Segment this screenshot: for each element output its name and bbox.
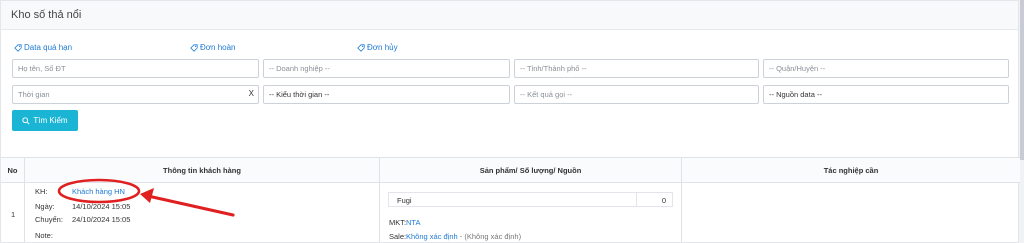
search-button[interactable]: Tìm Kiếm bbox=[12, 110, 78, 131]
cell-products: Fugi 0 MKT:NTA Sale:Không xác định - (Kh… bbox=[380, 183, 682, 243]
placeholder: -- Kiểu thời gian -- bbox=[269, 90, 330, 99]
page-header: Kho số thả nổi bbox=[1, 1, 1018, 30]
col-header-customer-info: Thông tin khách hàng bbox=[25, 158, 380, 183]
quick-link-returned-orders[interactable]: Đơn hoàn bbox=[190, 43, 236, 52]
cell-no: 1 bbox=[1, 183, 25, 243]
product-name: Fugi bbox=[397, 196, 412, 205]
data-source-select[interactable]: -- Nguồn data -- bbox=[763, 85, 1009, 104]
sale-label: Sale: bbox=[389, 232, 407, 241]
note-line: Note: bbox=[35, 231, 72, 240]
table-header: No Thông tin khách hàng Sản phẩm/ Số lượ… bbox=[1, 158, 1020, 183]
placeholder: -- Doanh nghiệp -- bbox=[269, 64, 330, 73]
sale-value[interactable]: Không xác định bbox=[406, 232, 458, 241]
col-header-required-action: Tác nghiệp cần bbox=[823, 166, 879, 175]
search-button-label: Tìm Kiếm bbox=[33, 116, 68, 125]
sale-extra: - (Không xác định) bbox=[457, 232, 522, 241]
main-card: Kho số thả nổi Data quá hạn Đơn hoàn Đơn… bbox=[0, 0, 1020, 243]
results-table: No Thông tin khách hàng Sản phẩm/ Số lượ… bbox=[1, 157, 1020, 243]
placeholder: -- Tỉnh/Thành phố -- bbox=[520, 64, 587, 73]
transfer-line: Chuyển: 24/10/2024 15:05 bbox=[35, 215, 130, 224]
placeholder: -- Kết quả gọi -- bbox=[520, 90, 573, 99]
province-select[interactable]: -- Tỉnh/Thành phố -- bbox=[514, 59, 759, 78]
district-select[interactable]: -- Quận/Huyện -- bbox=[763, 59, 1009, 78]
mkt-line: MKT:NTA bbox=[389, 218, 420, 227]
cell-customer-info: KH: Khách hàng HN Ngày: 14/10/2024 15:05 C… bbox=[25, 183, 380, 243]
tag-icon bbox=[190, 43, 198, 52]
quick-link-label: Đơn hủy bbox=[367, 43, 398, 52]
time-type-select[interactable]: -- Kiểu thời gian -- bbox=[263, 85, 510, 104]
quick-link-cancelled-orders[interactable]: Đơn hủy bbox=[357, 43, 398, 52]
customer-link[interactable]: Khách hàng HN bbox=[72, 187, 125, 196]
name-phone-input[interactable]: Họ tên, Số ĐT bbox=[12, 59, 259, 78]
col-header-no: No bbox=[1, 158, 25, 183]
customer-label: KH: bbox=[35, 187, 48, 196]
cell-required-action bbox=[682, 183, 1020, 243]
sale-line: Sale:Không xác định - (Không xác định) bbox=[389, 232, 521, 241]
product-quantity: 0 bbox=[661, 196, 666, 205]
transfer-value: 24/10/2024 15:05 bbox=[72, 215, 131, 224]
product-row: Fugi 0 bbox=[388, 192, 673, 207]
date-line: Ngày: 14/10/2024 15:05 bbox=[35, 202, 130, 211]
quick-links: Data quá hạn Đơn hoàn Đơn hủy bbox=[1, 43, 1018, 55]
quick-link-label: Đơn hoàn bbox=[200, 43, 236, 52]
date-label: Ngày: bbox=[35, 202, 55, 211]
quick-link-label: Data quá hạn bbox=[24, 43, 73, 52]
page-scrollbar[interactable] bbox=[1020, 0, 1024, 243]
mkt-value[interactable]: NTA bbox=[406, 218, 420, 227]
page-title: Kho số thả nổi bbox=[11, 9, 82, 21]
time-input[interactable]: Thời gian X bbox=[12, 85, 259, 104]
product-divider bbox=[636, 193, 637, 206]
scrollbar-thumb[interactable] bbox=[1020, 0, 1024, 160]
placeholder: Họ tên, Số ĐT bbox=[18, 64, 66, 73]
note-label: Note: bbox=[35, 231, 53, 240]
tag-icon bbox=[357, 43, 365, 52]
col-header-products: Sản phẩm/ Số lượng/ Nguồn bbox=[380, 158, 682, 183]
search-icon bbox=[22, 116, 30, 125]
customer-line: KH: Khách hàng HN bbox=[35, 187, 125, 196]
clear-time-button[interactable]: X bbox=[249, 89, 254, 98]
company-select[interactable]: -- Doanh nghiệp -- bbox=[263, 59, 510, 78]
mkt-label: MKT: bbox=[389, 218, 407, 227]
quick-link-overdue-data[interactable]: Data quá hạn bbox=[14, 43, 72, 52]
placeholder: -- Quận/Huyện -- bbox=[769, 64, 826, 73]
table-row: 1 KH: Khách hàng HN Ngày: 14/10/2024 15:05… bbox=[1, 183, 1020, 243]
transfer-label: Chuyển: bbox=[35, 215, 63, 224]
call-result-select[interactable]: -- Kết quả gọi -- bbox=[514, 85, 759, 104]
date-value: 14/10/2024 15:05 bbox=[72, 202, 131, 211]
row-number: 1 bbox=[11, 210, 16, 219]
placeholder: -- Nguồn data -- bbox=[769, 90, 822, 99]
tag-icon bbox=[14, 43, 22, 52]
placeholder: Thời gian bbox=[18, 90, 50, 99]
